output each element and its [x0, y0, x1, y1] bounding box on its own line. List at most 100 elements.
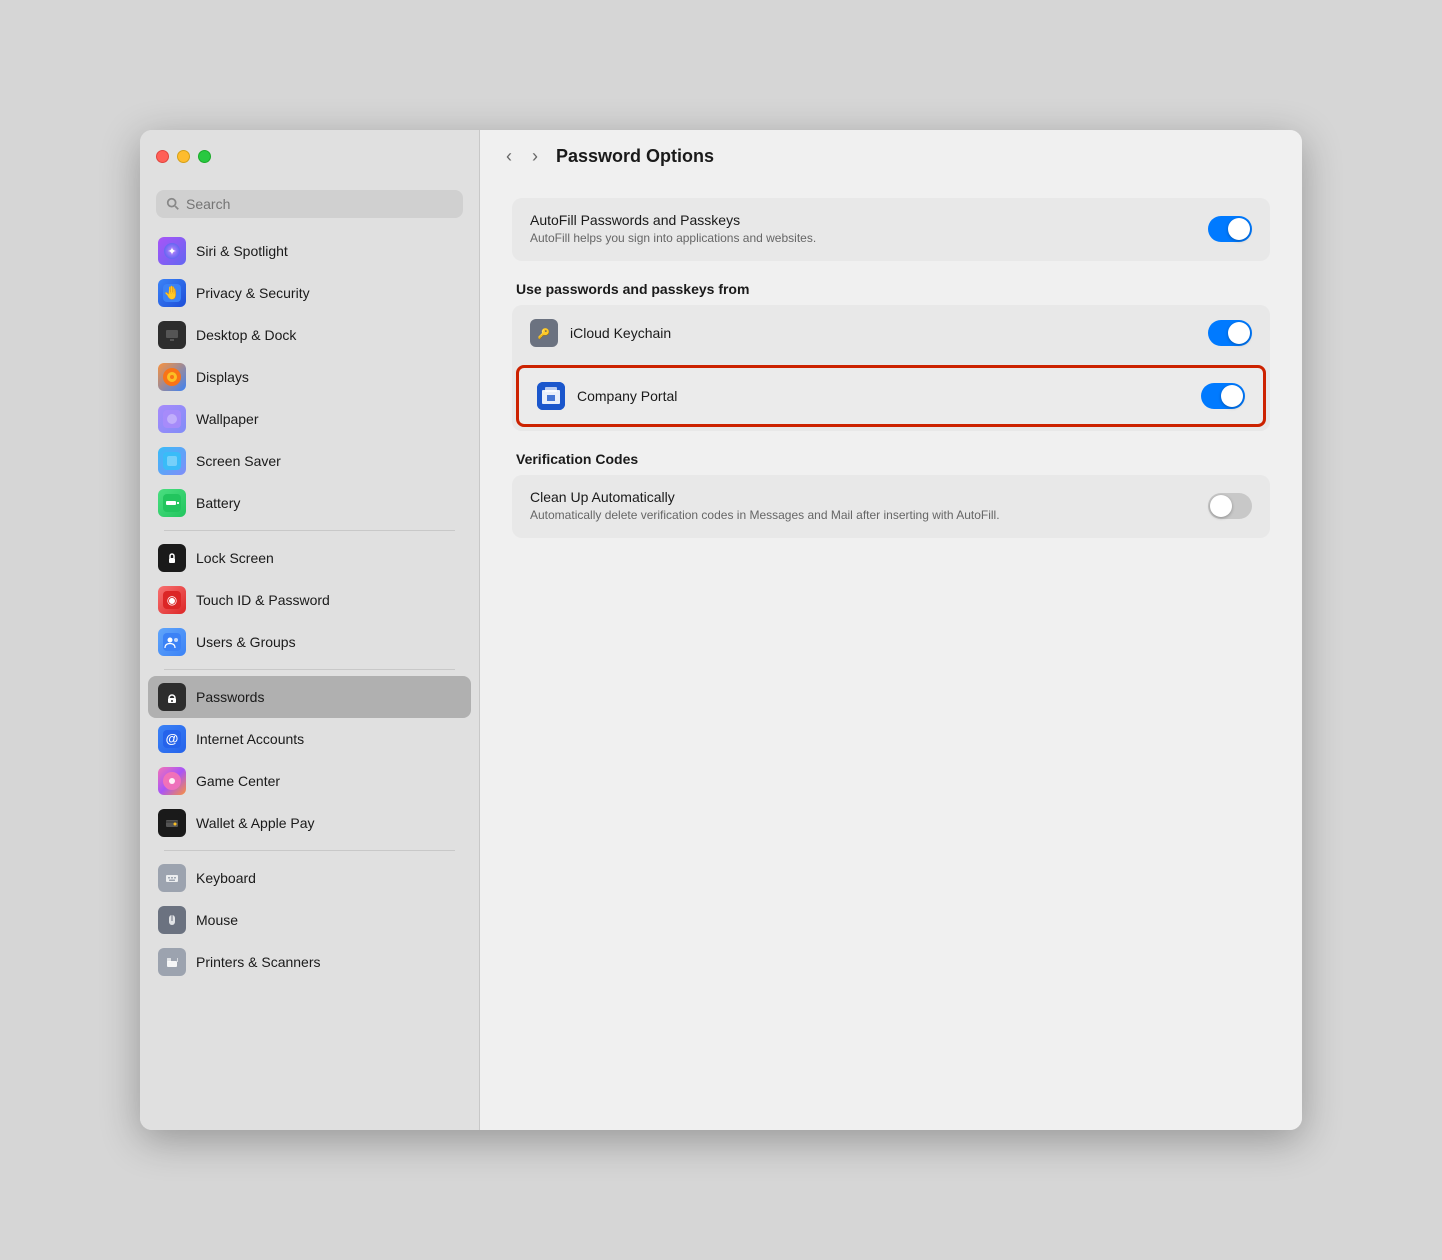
internet-icon: @ — [158, 725, 186, 753]
main-titlebar: ‹ › Password Options — [480, 130, 1302, 182]
sidebar-item-label: Passwords — [196, 689, 264, 705]
sidebar-item-label: Game Center — [196, 773, 280, 789]
titlebar — [140, 130, 479, 182]
gamecenter-icon — [158, 767, 186, 795]
autofill-title: AutoFill Passwords and Passkeys — [530, 212, 1196, 228]
autofill-row: AutoFill Passwords and Passkeys AutoFill… — [512, 198, 1270, 261]
desktop-icon — [158, 321, 186, 349]
sidebar-item-wallpaper[interactable]: Wallpaper — [148, 398, 471, 440]
sidebar-item-label: Wallpaper — [196, 411, 259, 427]
sidebar-item-label: Siri & Spotlight — [196, 243, 288, 259]
cleanup-subtitle: Automatically delete verification codes … — [530, 507, 1196, 524]
close-button[interactable] — [156, 150, 169, 163]
svg-text:◉: ◉ — [167, 593, 177, 607]
minimize-button[interactable] — [177, 150, 190, 163]
screensaver-icon — [158, 447, 186, 475]
sidebar-item-mouse[interactable]: Mouse — [148, 899, 471, 941]
sidebar-item-label: Privacy & Security — [196, 285, 310, 301]
wallet-icon — [158, 809, 186, 837]
svg-text:@: @ — [166, 731, 179, 746]
verification-codes-header: Verification Codes — [516, 451, 1270, 467]
touchid-icon: ◉ — [158, 586, 186, 614]
page-title: Password Options — [556, 146, 714, 167]
main-body: AutoFill Passwords and Passkeys AutoFill… — [480, 182, 1302, 1130]
sidebar-item-siri[interactable]: ✦ Siri & Spotlight — [148, 230, 471, 272]
sidebar-item-label: Screen Saver — [196, 453, 281, 469]
main-content: ‹ › Password Options AutoFill Passwords … — [480, 130, 1302, 1130]
search-input[interactable] — [186, 196, 453, 212]
users-icon — [158, 628, 186, 656]
sidebar-list: ✦ Siri & Spotlight 🤚 Privacy & Security Desk… — [140, 230, 479, 1130]
displays-icon — [158, 363, 186, 391]
use-passwords-card: 🔑 iCloud Keychain — [512, 305, 1270, 431]
sidebar-divider-3 — [164, 850, 455, 851]
sidebar: ✦ Siri & Spotlight 🤚 Privacy & Security Desk… — [140, 130, 480, 1130]
cleanup-toggle[interactable] — [1208, 493, 1252, 519]
cleanup-toggle-thumb — [1210, 495, 1232, 517]
svg-text:🤚: 🤚 — [164, 285, 180, 300]
company-portal-icon — [537, 382, 565, 410]
use-passwords-header: Use passwords and passkeys from — [516, 281, 1270, 297]
sidebar-item-touchid[interactable]: ◉ Touch ID & Password — [148, 579, 471, 621]
search-bar[interactable] — [156, 190, 463, 218]
sidebar-item-internet[interactable]: @Internet Accounts — [148, 718, 471, 760]
icloud-keychain-toggle-thumb — [1228, 322, 1250, 344]
passwords-icon — [158, 683, 186, 711]
forward-button[interactable]: › — [526, 142, 544, 171]
maximize-button[interactable] — [198, 150, 211, 163]
sidebar-divider — [164, 530, 455, 531]
verification-card: Clean Up Automatically Automatically del… — [512, 475, 1270, 538]
sidebar-item-label: Lock Screen — [196, 550, 274, 566]
sidebar-item-gamecenter[interactable]: Game Center — [148, 760, 471, 802]
icloud-keychain-text: iCloud Keychain — [570, 325, 1196, 341]
company-portal-text: Company Portal — [577, 388, 1189, 404]
sidebar-item-printers[interactable]: Printers & Scanners — [148, 941, 471, 983]
sidebar-item-label: Users & Groups — [196, 634, 296, 650]
autofill-text: AutoFill Passwords and Passkeys AutoFill… — [530, 212, 1196, 247]
sidebar-item-label: Desktop & Dock — [196, 327, 296, 343]
autofill-toggle-thumb — [1228, 218, 1250, 240]
sidebar-item-lockscreen[interactable]: Lock Screen — [148, 537, 471, 579]
sidebar-item-keyboard[interactable]: Keyboard — [148, 857, 471, 899]
cleanup-row: Clean Up Automatically Automatically del… — [512, 475, 1270, 538]
company-portal-toggle-thumb — [1221, 385, 1243, 407]
icloud-keychain-title: iCloud Keychain — [570, 325, 1196, 341]
cleanup-title: Clean Up Automatically — [530, 489, 1196, 505]
icloud-keychain-toggle[interactable] — [1208, 320, 1252, 346]
mouse-icon — [158, 906, 186, 934]
company-portal-toggle[interactable] — [1201, 383, 1245, 409]
battery-icon — [158, 489, 186, 517]
sidebar-item-label: Mouse — [196, 912, 238, 928]
icloud-icon: 🔑 — [530, 319, 558, 347]
sidebar-item-wallet[interactable]: Wallet & Apple Pay — [148, 802, 471, 844]
autofill-subtitle: AutoFill helps you sign into application… — [530, 230, 1196, 247]
sidebar-item-label: Battery — [196, 495, 240, 511]
sidebar-item-screensaver[interactable]: Screen Saver — [148, 440, 471, 482]
sidebar-item-label: Displays — [196, 369, 249, 385]
sidebar-item-label: Keyboard — [196, 870, 256, 886]
sidebar-item-desktop[interactable]: Desktop & Dock — [148, 314, 471, 356]
sidebar-divider-2 — [164, 669, 455, 670]
lockscreen-icon — [158, 544, 186, 572]
sidebar-item-privacy[interactable]: 🤚 Privacy & Security — [148, 272, 471, 314]
sidebar-item-label: Wallet & Apple Pay — [196, 815, 315, 831]
autofill-card: AutoFill Passwords and Passkeys AutoFill… — [512, 198, 1270, 261]
sidebar-item-label: Touch ID & Password — [196, 592, 330, 608]
svg-text:🔑: 🔑 — [538, 327, 551, 340]
cleanup-text: Clean Up Automatically Automatically del… — [530, 489, 1196, 524]
siri-icon: ✦ — [158, 237, 186, 265]
sidebar-item-users[interactable]: Users & Groups — [148, 621, 471, 663]
search-icon — [166, 197, 180, 211]
app-window: ✦ Siri & Spotlight 🤚 Privacy & Security Desk… — [140, 130, 1302, 1130]
privacy-icon: 🤚 — [158, 279, 186, 307]
svg-text:✦: ✦ — [167, 246, 176, 258]
company-portal-row: Company Portal — [516, 365, 1266, 427]
printers-icon — [158, 948, 186, 976]
keyboard-icon — [158, 864, 186, 892]
autofill-toggle[interactable] — [1208, 216, 1252, 242]
wallpaper-icon — [158, 405, 186, 433]
sidebar-item-passwords[interactable]: Passwords — [148, 676, 471, 718]
back-button[interactable]: ‹ — [500, 142, 518, 171]
sidebar-item-displays[interactable]: Displays — [148, 356, 471, 398]
sidebar-item-battery[interactable]: Battery — [148, 482, 471, 524]
